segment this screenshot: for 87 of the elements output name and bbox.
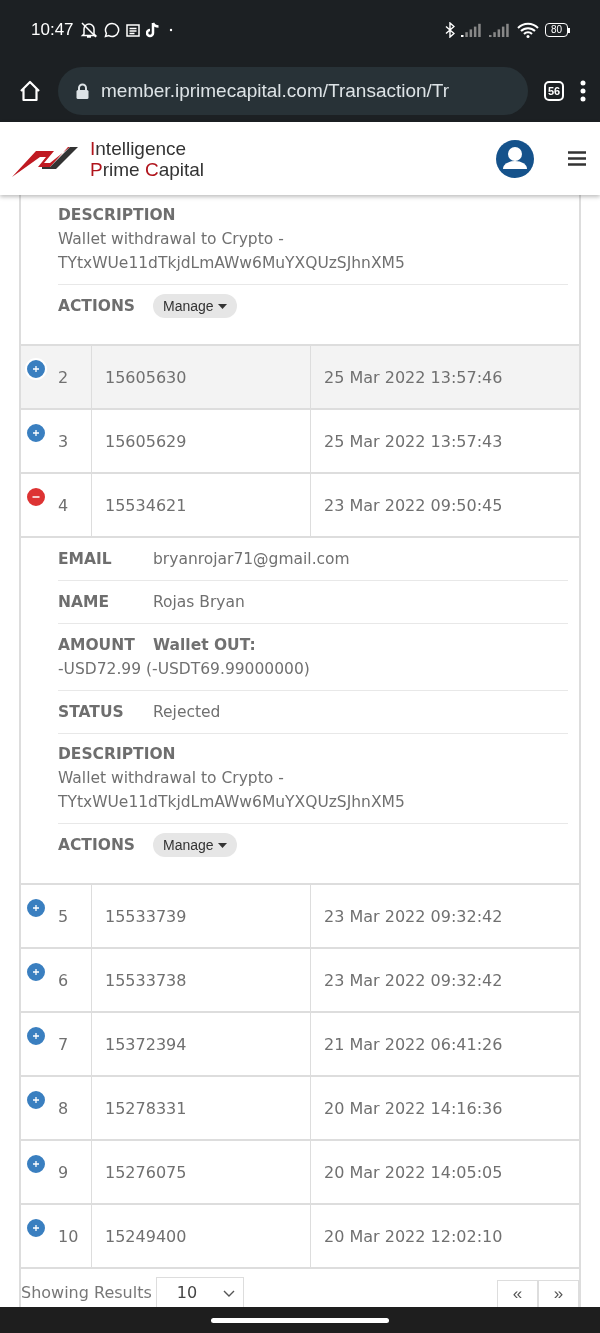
row-number: 7 [58, 1034, 69, 1054]
field-label: STATUS [58, 702, 125, 723]
transaction-id: 15534621 [105, 495, 187, 515]
row-number: 4 [58, 495, 69, 515]
field-value: Rojas Bryan [153, 592, 245, 613]
clock: 10:47 [31, 20, 74, 40]
field-label: EMAIL [58, 549, 113, 570]
row-number: 3 [58, 431, 69, 451]
row-number: 2 [58, 367, 69, 387]
expand-icon[interactable] [25, 897, 47, 919]
transaction-date: 20 Mar 2022 14:05:05 [324, 1162, 503, 1182]
lock-icon [76, 83, 89, 99]
transaction-id: 15605629 [105, 431, 187, 451]
table-row[interactable]: 10 15249400 20 Mar 2022 12:02:10 [21, 1205, 579, 1269]
transaction-id: 15533739 [105, 906, 187, 926]
more-menu-icon[interactable] [580, 80, 586, 102]
field-value: Wallet withdrawal to Crypto - TYtxWUe11dTkjdLmAWw6MuYXQUzSJhnXM5 [58, 768, 406, 813]
field-value: -USD72.99 (-USDT69.99000000) [58, 659, 311, 680]
field-value: bryanrojar71@gmail.com [153, 549, 350, 570]
menu-icon[interactable] [568, 151, 586, 166]
home-icon[interactable] [18, 79, 42, 103]
battery-icon: 80 [544, 23, 570, 37]
pager-button[interactable]: » [538, 1280, 579, 1307]
expand-icon[interactable] [25, 1025, 47, 1047]
field-label: DESCRIPTION [58, 205, 176, 226]
row-number: 5 [58, 906, 69, 926]
transaction-date: 25 Mar 2022 13:57:46 [324, 367, 503, 387]
caret-icon [217, 842, 227, 848]
transaction-id: 15372394 [105, 1034, 187, 1054]
transaction-id: 15278331 [105, 1098, 187, 1118]
music-note-icon [145, 22, 160, 38]
home-indicator[interactable] [211, 1317, 389, 1323]
row-number: 9 [58, 1162, 69, 1182]
transaction-date: 23 Mar 2022 09:32:42 [324, 970, 503, 990]
results-label: Showing Results [21, 1283, 152, 1303]
row-number: 6 [58, 970, 69, 990]
transaction-id: 15605630 [105, 367, 187, 387]
collapse-icon[interactable] [25, 486, 47, 508]
muted-bell-icon [79, 21, 98, 39]
chat-icon [103, 22, 120, 38]
transaction-id: 15249400 [105, 1226, 187, 1246]
field-title: Wallet OUT: [153, 635, 256, 656]
field-label: AMOUNT [58, 635, 136, 656]
expand-icon[interactable] [25, 422, 47, 444]
tab-count-button[interactable]: 56 [544, 81, 564, 101]
table-row[interactable]: 9 15276075 20 Mar 2022 14:05:05 [21, 1141, 579, 1205]
wifi-icon [516, 22, 539, 38]
manage-button[interactable]: Manage [153, 833, 237, 857]
row-number: 8 [58, 1098, 69, 1118]
field-label: ACTIONS [58, 296, 137, 317]
transaction-date: 20 Mar 2022 12:02:10 [324, 1226, 503, 1246]
bluetooth-icon [444, 22, 455, 38]
field-label: DESCRIPTION [58, 744, 176, 765]
table-row[interactable]: 3 15605629 25 Mar 2022 13:57:43 [21, 410, 579, 474]
transaction-id: 15276075 [105, 1162, 187, 1182]
expand-icon[interactable] [25, 1217, 47, 1239]
row-number: 10 [58, 1226, 79, 1246]
expand-icon[interactable] [25, 1153, 47, 1175]
table-row[interactable]: 8 15278331 20 Mar 2022 14:16:36 [21, 1077, 579, 1141]
expand-icon[interactable] [25, 358, 47, 380]
user-avatar-icon[interactable] [496, 139, 534, 178]
field-label: ACTIONS [58, 835, 137, 856]
manage-button[interactable]: Manage [153, 294, 237, 318]
transaction-date: 25 Mar 2022 13:57:43 [324, 431, 503, 451]
caret-icon [217, 303, 227, 309]
table-row[interactable]: 5 15533739 23 Mar 2022 09:32:42 [21, 885, 579, 949]
expand-icon[interactable] [25, 1089, 47, 1111]
field-value: Rejected [153, 702, 221, 723]
expand-icon[interactable] [25, 961, 47, 983]
transaction-date: 21 Mar 2022 06:41:26 [324, 1034, 503, 1054]
address-bar[interactable]: member.iprimecapital.com/Transaction/Tr [58, 67, 528, 115]
logo-text: Intelligence Prime Capital [90, 137, 205, 180]
transaction-date: 23 Mar 2022 09:32:42 [324, 906, 503, 926]
field-label: NAME [58, 592, 110, 613]
signal-icon [460, 23, 483, 37]
chevron-down-icon [222, 1289, 235, 1297]
pager-button[interactable]: « [497, 1280, 538, 1307]
table-row[interactable]: 7 15372394 21 Mar 2022 06:41:26 [21, 1013, 579, 1077]
news-icon [125, 23, 140, 37]
field-value: Wallet withdrawal to Crypto - TYtxWUe11dTkjdLmAWw6MuYXQUzSJhnXM5 [58, 229, 406, 274]
transaction-date: 20 Mar 2022 14:16:36 [324, 1098, 503, 1118]
transaction-id: 15533738 [105, 970, 187, 990]
table-row[interactable]: 6 15533738 23 Mar 2022 09:32:42 [21, 949, 579, 1013]
table-row[interactable]: 4 15534621 23 Mar 2022 09:50:45 [21, 474, 579, 538]
signal-icon [488, 23, 511, 37]
table-row[interactable]: 2 15605630 25 Mar 2022 13:57:46 [21, 346, 579, 410]
transaction-date: 23 Mar 2022 09:50:45 [324, 495, 503, 515]
